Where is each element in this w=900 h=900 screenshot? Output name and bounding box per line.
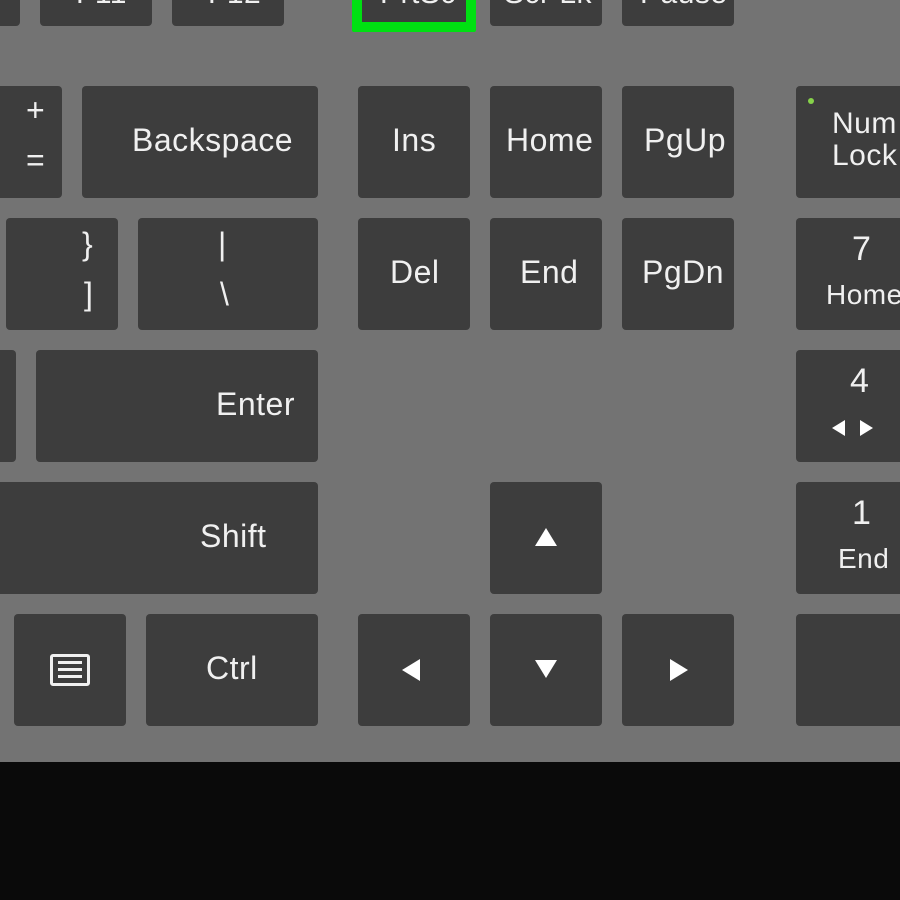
arrow-right-icon	[670, 659, 688, 681]
key-arrow-right[interactable]	[622, 614, 734, 726]
key-label: Del	[390, 256, 440, 290]
keyboard-image: { "colors":{"key":"#3d3d3d","bg":"#73737…	[0, 0, 900, 900]
key-sublabel: End	[838, 544, 889, 573]
key-arrow-down[interactable]	[490, 614, 602, 726]
key-label: Shift	[200, 520, 267, 554]
key-numlock[interactable]: Num Lock	[796, 86, 900, 198]
key-num1[interactable]: 1 End	[796, 482, 900, 594]
key-menu[interactable]	[14, 614, 126, 726]
key-shift[interactable]: Shift	[0, 482, 318, 594]
key-label: 4	[850, 364, 869, 400]
triangle-right-icon	[860, 420, 873, 436]
key-enter[interactable]: Enter	[36, 350, 318, 462]
key-rbracket[interactable]: } ]	[6, 218, 118, 330]
menu-icon	[50, 654, 90, 686]
key-label-lower: \	[220, 278, 229, 312]
key-label: End	[520, 256, 578, 290]
key-end[interactable]: End	[490, 218, 602, 330]
key-pgdn[interactable]: PgDn	[622, 218, 734, 330]
letterbox-bottom	[0, 762, 900, 900]
key-label-upper: +	[26, 94, 45, 128]
key-label: Enter	[216, 388, 295, 422]
key-f12[interactable]: F12	[172, 0, 284, 26]
key-label: Scr Lk	[504, 0, 592, 10]
key-ctrl[interactable]: Ctrl	[146, 614, 318, 726]
key-label: PrtSc	[380, 0, 456, 10]
key-label: Num Lock	[832, 108, 897, 171]
key-backspace[interactable]: Backspace	[82, 86, 318, 198]
key-label-upper: }	[82, 228, 93, 262]
key-scrlk[interactable]: Scr Lk	[490, 0, 602, 26]
key-num0[interactable]	[796, 614, 900, 726]
key-equals[interactable]: + =	[0, 86, 62, 198]
key-label-lower: ]	[84, 278, 93, 312]
key-label: Ins	[392, 124, 436, 158]
key-label: Ctrl	[206, 652, 258, 686]
arrow-down-icon	[535, 660, 557, 678]
key-label: F12	[208, 0, 261, 10]
key-delete[interactable]: Del	[358, 218, 470, 330]
key-f11[interactable]: F11	[40, 0, 152, 26]
key-label: Backspace	[132, 124, 293, 158]
key-prtsc[interactable]: PrtSc	[358, 0, 470, 26]
key-label: Home	[506, 124, 593, 158]
triangle-left-icon	[832, 420, 845, 436]
key-f10[interactable]: 0	[0, 0, 20, 26]
key-label-upper: |	[218, 228, 227, 262]
key-backslash[interactable]: | \	[138, 218, 318, 330]
key-num7[interactable]: 7 Home	[796, 218, 900, 330]
key-insert[interactable]: Ins	[358, 86, 470, 198]
key-quote[interactable]: '	[0, 350, 16, 462]
key-num4[interactable]: 4	[796, 350, 900, 462]
key-label: F11	[76, 0, 127, 10]
key-arrow-up[interactable]	[490, 482, 602, 594]
key-pause[interactable]: Pause	[622, 0, 734, 26]
key-label: 7	[852, 232, 871, 268]
key-home[interactable]: Home	[490, 86, 602, 198]
arrow-left-icon	[402, 659, 420, 681]
key-label: PgDn	[642, 256, 724, 290]
key-label: 1	[852, 496, 871, 532]
key-sublabel: Home	[826, 280, 900, 309]
key-label-lower: =	[26, 144, 45, 178]
key-pgup[interactable]: PgUp	[622, 86, 734, 198]
key-arrow-left[interactable]	[358, 614, 470, 726]
key-label: PgUp	[644, 124, 726, 158]
key-label: Pause	[640, 0, 728, 10]
arrow-up-icon	[535, 528, 557, 546]
numlock-led-icon	[808, 98, 814, 104]
